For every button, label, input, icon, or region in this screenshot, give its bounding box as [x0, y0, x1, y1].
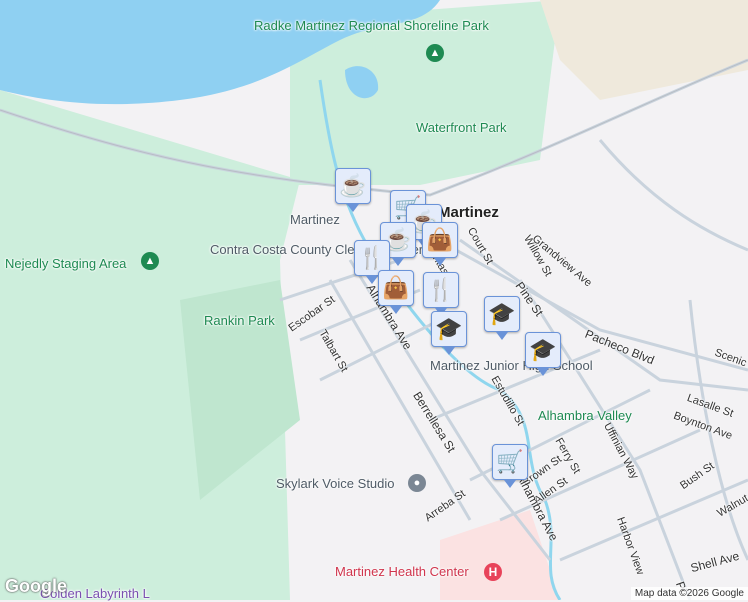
- station-label[interactable]: Martinez: [290, 212, 340, 228]
- studio-icon[interactable]: ●: [408, 474, 426, 492]
- park-label[interactable]: Rankin Park: [204, 313, 275, 328]
- graduation-cap-icon[interactable]: 🎓: [525, 332, 561, 376]
- county-office-label[interactable]: Contra Costa County Clerk-Recorder: [210, 242, 423, 258]
- park-label[interactable]: Radke Martinez Regional Shoreline Park: [254, 18, 489, 33]
- shopping-bag-icon[interactable]: 👜: [422, 222, 458, 266]
- shopping-cart-icon[interactable]: 🛒: [492, 444, 528, 488]
- park-label[interactable]: Waterfront Park: [416, 120, 507, 135]
- park-label[interactable]: Nejedly Staging Area: [5, 256, 126, 271]
- school-label[interactable]: Martinez Junior High School: [430, 358, 593, 374]
- graduation-cap-icon[interactable]: 🎓: [484, 296, 520, 340]
- hospital-icon[interactable]: H: [484, 563, 502, 581]
- restaurant-icon[interactable]: 🍴: [423, 272, 459, 316]
- coffee-icon[interactable]: ☕: [335, 168, 371, 212]
- health-center-label[interactable]: Martinez Health Center: [335, 564, 469, 580]
- studio-label[interactable]: Skylark Voice Studio: [276, 476, 395, 492]
- map-attribution[interactable]: Map data ©2026 Google: [630, 587, 748, 600]
- park-tree-icon[interactable]: ▲: [141, 252, 159, 270]
- shopping-bag-icon[interactable]: 👜: [378, 270, 414, 314]
- graduation-cap-icon[interactable]: 🎓: [431, 311, 467, 355]
- park-tree-icon[interactable]: ▲: [426, 44, 444, 62]
- google-logo: Google: [5, 576, 67, 596]
- park-label[interactable]: Alhambra Valley: [538, 408, 632, 423]
- city-label: Martinez: [438, 204, 499, 221]
